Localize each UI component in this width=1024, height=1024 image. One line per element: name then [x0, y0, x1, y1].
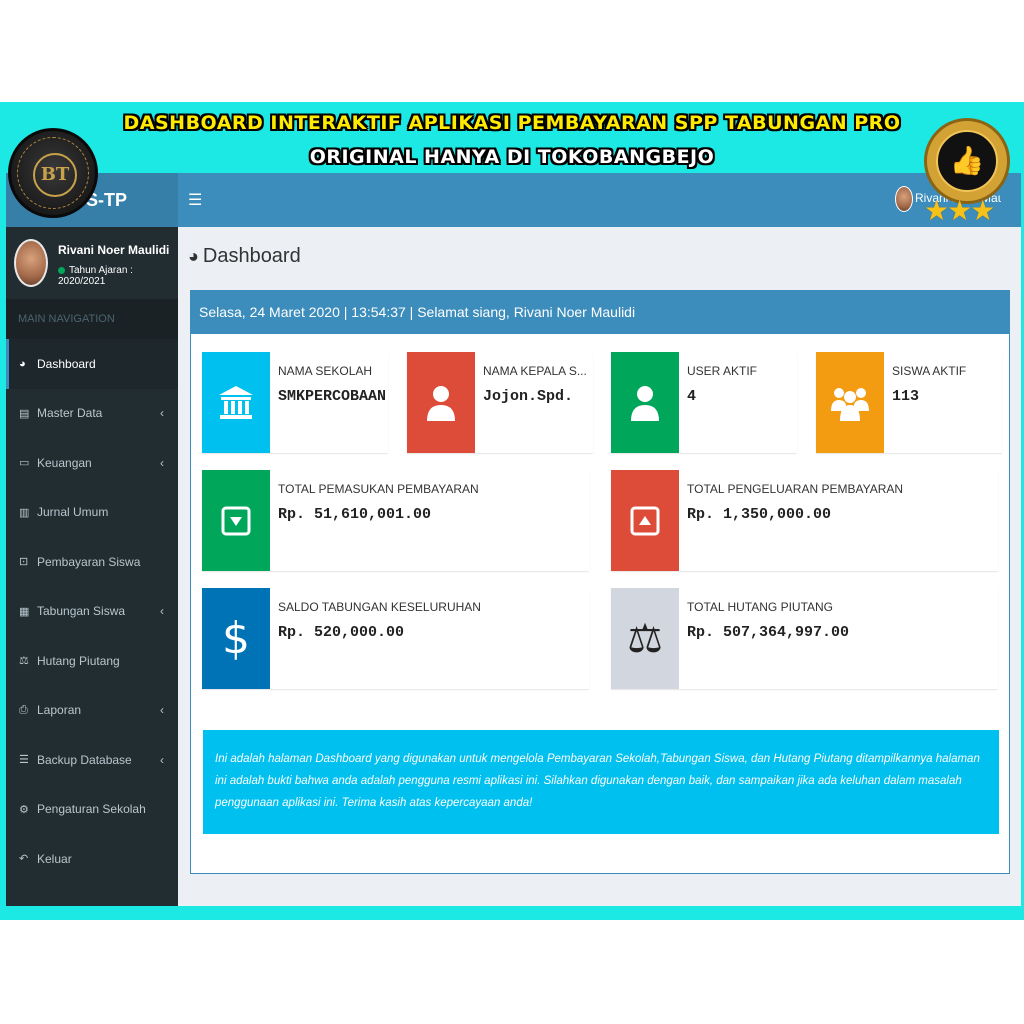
- sidebar-item-keluar[interactable]: ↶ Keluar: [6, 834, 178, 884]
- tile-total-pemasukan: TOTAL PEMASUKAN PEMBAYARAN Rp. 51,610,00…: [202, 470, 589, 571]
- tile-value: Jojon.Spd.: [483, 388, 574, 405]
- sidebar: PS-TP Rivani Noer Maulidi Tahun Ajaran :…: [6, 173, 178, 906]
- card-icon: ▭: [19, 457, 30, 470]
- tile-value: 4: [687, 388, 697, 405]
- tile-value: Rp. 520,000.00: [278, 624, 405, 641]
- user-icon: [611, 352, 679, 453]
- sidebar-item-label: Keluar: [37, 851, 72, 866]
- chevron-left-icon: ‹: [160, 406, 164, 421]
- tile-value: 113: [892, 388, 920, 405]
- sidebar-item-dashboard[interactable]: ◕ Dashboard: [6, 339, 178, 389]
- page-title-text: Dashboard: [202, 245, 301, 267]
- open-book-icon: ▦: [19, 605, 30, 618]
- print-icon: ⎙: [19, 703, 28, 716]
- tile-user-aktif: USER AKTIF 4: [611, 352, 797, 453]
- school-year-label: Tahun Ajaran : 2020/2021: [58, 265, 133, 287]
- menu-toggle-icon[interactable]: ☰: [188, 190, 202, 210]
- caret-square-down-icon: [202, 470, 270, 571]
- tile-total-hutang-piutang: ⚖ TOTAL HUTANG PIUTANG Rp. 507,364,997.0…: [611, 588, 998, 689]
- tile-label: TOTAL PEMASUKAN PEMBAYARAN: [278, 482, 479, 496]
- logo-text: BT: [33, 153, 77, 197]
- online-dot-icon: [58, 266, 65, 274]
- tile-saldo-tabungan: $ SALDO TABUNGAN KESELURUHAN Rp. 520,000…: [202, 588, 589, 689]
- user-panel: Rivani Noer Maulidi Tahun Ajaran : 2020/…: [6, 227, 178, 299]
- page-title: ◕ Dashboard: [188, 245, 301, 268]
- dollar-icon: $: [202, 588, 270, 689]
- tile-label: USER AKTIF: [687, 364, 758, 378]
- sidebar-item-hutang-piutang[interactable]: ⚖ Hutang Piutang: [6, 636, 178, 686]
- dashboard-icon: ◕: [19, 357, 26, 370]
- sidebar-item-pembayaran-siswa[interactable]: ⊡ Pembayaran Siswa: [6, 537, 178, 587]
- cogs-icon: ⚙: [19, 803, 29, 816]
- avatar: [14, 239, 48, 287]
- chevron-left-icon: ‹: [160, 455, 164, 470]
- rating-stars: ★★★: [924, 195, 995, 226]
- sidebar-header: MAIN NAVIGATION: [6, 299, 178, 339]
- tile-nama-sekolah: NAMA SEKOLAH SMKPERCOBAAN: [202, 352, 388, 453]
- info-callout: Ini adalah halaman Dashboard yang diguna…: [203, 730, 999, 834]
- sidebar-item-keuangan[interactable]: ▭ Keuangan ‹: [6, 438, 178, 488]
- sidebar-item-jurnal-umum[interactable]: ▥ Jurnal Umum: [6, 488, 178, 538]
- sidebar-item-label: Backup Database: [37, 752, 132, 767]
- tile-value: Rp. 507,364,997.00: [687, 624, 850, 641]
- tile-value: Rp. 1,350,000.00: [687, 506, 832, 523]
- brand-logo: BT: [8, 128, 98, 218]
- sidebar-item-label: Hutang Piutang: [37, 653, 120, 668]
- bar-chart-icon: ▥: [19, 506, 30, 519]
- topbar: ☰ Rivani Noer Maulidi: [178, 173, 1021, 227]
- user-name: Rivani Noer Maulidi: [58, 243, 170, 257]
- tile-label: TOTAL PENGELUARAN PEMBAYARAN: [687, 482, 904, 496]
- tile-siswa-aktif: SISWA AKTIF 113: [816, 352, 1002, 453]
- tile-total-pengeluaran: TOTAL PENGELUARAN PEMBAYARAN Rp. 1,350,0…: [611, 470, 998, 571]
- promo-subtitle: ORIGINAL HANYA DI TOKOBANGBEJO: [309, 146, 715, 168]
- sidebar-item-master-data[interactable]: ▤ Master Data ‹: [6, 389, 178, 439]
- tile-value: SMKPERCOBAAN: [278, 388, 387, 405]
- caret-square-up-icon: [611, 470, 679, 571]
- tile-label: SALDO TABUNGAN KESELURUHAN: [278, 600, 481, 614]
- topbar-avatar[interactable]: [895, 186, 913, 212]
- app-window: PS-TP Rivani Noer Maulidi Tahun Ajaran :…: [6, 173, 1021, 906]
- balance-scale-icon: ⚖: [611, 588, 679, 689]
- tile-value: Rp. 51,610,001.00: [278, 506, 432, 523]
- promo-title: DASHBOARD INTERAKTIF APLIKASI PEMBAYARAN…: [123, 112, 901, 134]
- database-icon: ☰: [19, 754, 29, 767]
- sidebar-item-label: Keuangan: [37, 455, 92, 470]
- main-content: ◕ Dashboard Selasa, 24 Maret 2020 | 13:54…: [178, 227, 1021, 906]
- tile-label: NAMA KEPALA S...: [483, 364, 587, 378]
- chevron-left-icon: ‹: [160, 604, 164, 619]
- sidebar-item-pengaturan-sekolah[interactable]: ⚙ Pengaturan Sekolah: [6, 785, 178, 835]
- sidebar-item-label: Pembayaran Siswa: [37, 554, 141, 569]
- money-icon: ⊡: [19, 556, 29, 569]
- sidebar-item-backup-database[interactable]: ☰ Backup Database ‹: [6, 735, 178, 785]
- chevron-left-icon: ‹: [160, 703, 164, 718]
- users-group-icon: [816, 352, 884, 453]
- institution-icon: [202, 352, 270, 453]
- tile-label: NAMA SEKOLAH: [278, 364, 373, 378]
- chevron-left-icon: ‹: [160, 752, 164, 767]
- book-icon: ▤: [19, 407, 30, 420]
- balance-scale-icon: ⚖: [19, 655, 29, 668]
- tile-label: TOTAL HUTANG PIUTANG: [687, 600, 834, 614]
- sidebar-item-label: Tabungan Siswa: [37, 604, 126, 619]
- sidebar-item-label: Jurnal Umum: [37, 505, 109, 520]
- dashboard-icon: ◕: [188, 246, 199, 266]
- dashboard-box: Selasa, 24 Maret 2020 | 13:54:37 | Selam…: [190, 290, 1010, 874]
- reply-icon: ↶: [19, 853, 29, 866]
- sidebar-item-label: Laporan: [37, 703, 82, 718]
- tile-label: SISWA AKTIF: [892, 364, 967, 378]
- sidebar-item-label: Pengaturan Sekolah: [37, 802, 146, 817]
- sidebar-item-laporan[interactable]: ⎙ Laporan ‹: [6, 686, 178, 736]
- sidebar-item-label: Master Data: [37, 406, 103, 421]
- tile-nama-kepala-sekolah: NAMA KEPALA S... Jojon.Spd.: [407, 352, 593, 453]
- greeting-bar: Selasa, 24 Maret 2020 | 13:54:37 | Selam…: [191, 290, 1009, 334]
- sidebar-item-tabungan-siswa[interactable]: ▦ Tabungan Siswa ‹: [6, 587, 178, 637]
- user-icon: [407, 352, 475, 453]
- school-year: Tahun Ajaran : 2020/2021: [58, 265, 178, 287]
- sidebar-item-label: Dashboard: [37, 356, 96, 371]
- thumbs-up-icon: 👍: [936, 130, 998, 192]
